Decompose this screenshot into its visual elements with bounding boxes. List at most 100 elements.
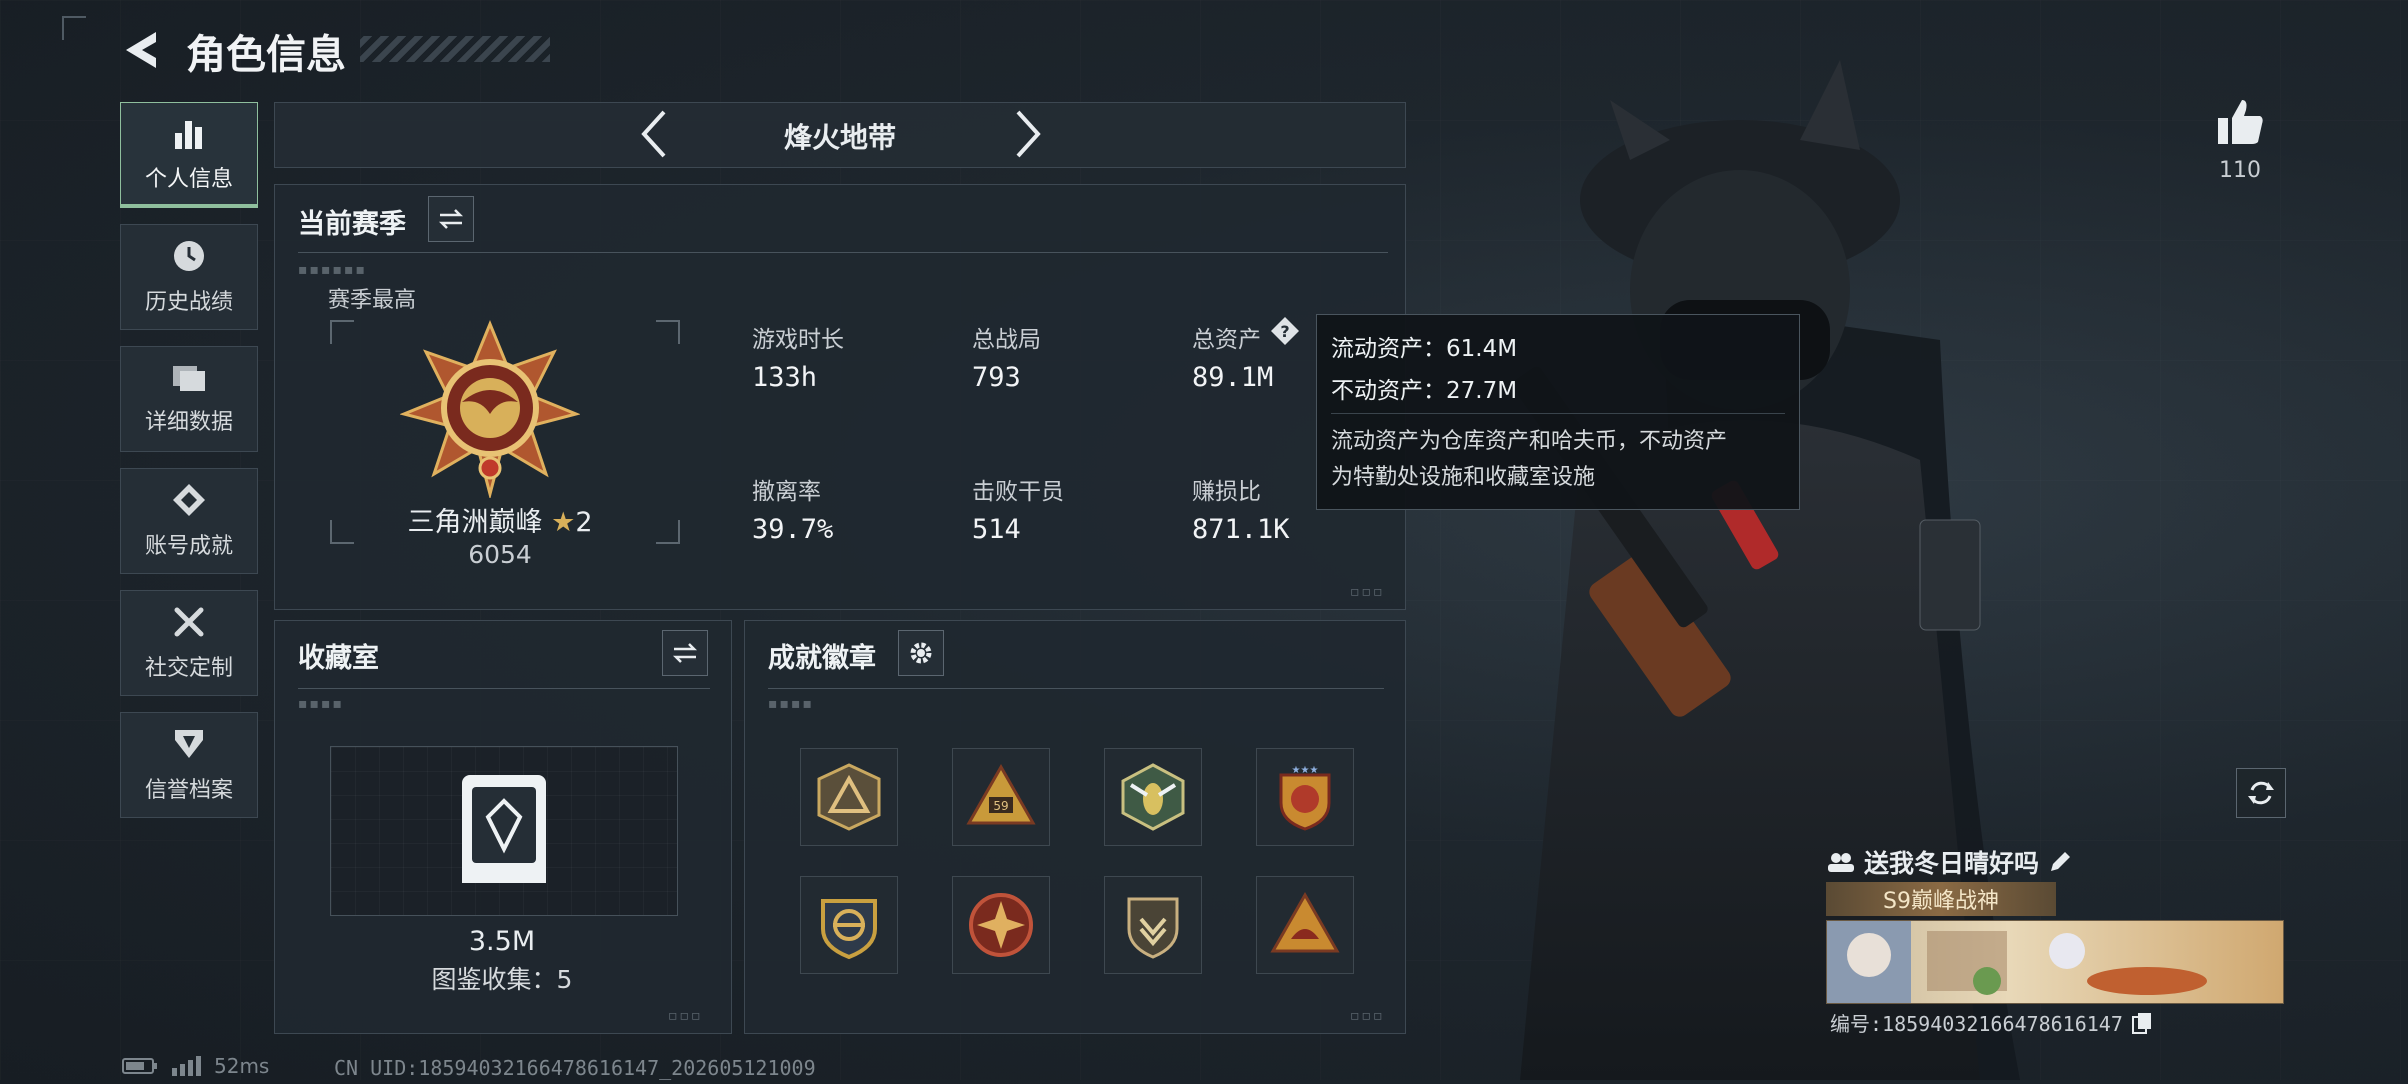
collection-divider xyxy=(298,688,710,689)
achievement-badge[interactable] xyxy=(1104,876,1202,974)
stat-label-total-matches: 总战局 xyxy=(972,327,1041,353)
nav-label: 详细数据 xyxy=(144,410,233,435)
swap-icon xyxy=(438,209,464,229)
collection-switch-button[interactable] xyxy=(662,630,708,676)
stat-label-extract-rate: 撤离率 xyxy=(752,479,821,505)
prev-mode-button[interactable] xyxy=(636,108,672,160)
svg-text:59: 59 xyxy=(993,799,1008,813)
tools-icon xyxy=(174,607,204,637)
title-tag: S9巅峰战神 xyxy=(1826,882,2056,916)
back-button[interactable] xyxy=(118,26,166,74)
stat-label-profit-ratio: 赚损比 xyxy=(1192,479,1261,505)
season-title: 当前赛季 xyxy=(298,209,406,240)
nav-label: 信誉档案 xyxy=(144,778,233,803)
display-case-icon xyxy=(462,775,546,883)
rank-points: 6054 xyxy=(468,540,532,569)
mode-label: 烽火地带 xyxy=(783,121,896,154)
ping: 52ms xyxy=(214,1054,270,1078)
rotate-view-button[interactable] xyxy=(2236,768,2286,818)
copy-icon[interactable] xyxy=(2131,1011,2153,1035)
nav-credit-record[interactable]: 信誉档案 xyxy=(120,712,258,818)
season-best-label: 赛季最高 xyxy=(328,288,417,313)
active-nav-indicator xyxy=(120,204,258,208)
stat-value-kills: 514 xyxy=(972,514,1021,545)
shield-icon xyxy=(175,730,203,758)
compass-star-badge-icon xyxy=(969,893,1033,957)
assets-tooltip: 流动资产：61.4M 不动资产：27.7M 流动资产为仓库资产和哈夫币，不动资产… xyxy=(1316,314,1800,510)
nav-label: 账号成就 xyxy=(144,534,233,559)
edit-icon[interactable] xyxy=(2047,849,2073,875)
deco-dots: ▪▪▪▪ xyxy=(298,696,344,712)
nav-label: 社交定制 xyxy=(144,656,233,681)
achievement-badge[interactable] xyxy=(800,748,898,846)
chevron-right-icon xyxy=(1016,110,1041,158)
rank-emblem xyxy=(399,318,581,500)
stat-label-total-assets: 总资产 xyxy=(1192,327,1261,353)
team-icon xyxy=(1828,853,1854,872)
achievements-divider xyxy=(768,688,1384,689)
sail-triangle-badge-icon xyxy=(1270,891,1340,953)
status-bar: 52ms xyxy=(122,1054,269,1078)
like-button[interactable] xyxy=(2214,96,2266,148)
question-diamond-icon: ? xyxy=(1271,317,1299,345)
next-mode-button[interactable] xyxy=(1010,108,1046,160)
nav-detailed-data[interactable]: 详细数据 xyxy=(120,346,258,452)
wasp-badge-icon xyxy=(1121,763,1185,831)
anchor-crest-badge-icon xyxy=(821,899,877,960)
frame-corner xyxy=(330,320,354,344)
title-stripes xyxy=(360,36,550,62)
svg-text:★★★: ★★★ xyxy=(1292,765,1319,776)
gear-icon xyxy=(910,642,932,664)
rank-name: 三角洲巅峰 xyxy=(407,507,543,538)
rank-stars: 2 xyxy=(575,507,593,538)
swap-icon xyxy=(672,643,698,663)
collection-value: 3.5M xyxy=(468,926,536,957)
achievement-badge[interactable]: 59 xyxy=(952,748,1050,846)
clock-icon xyxy=(174,241,204,271)
bar-chart-icon xyxy=(175,121,202,149)
stars-crest-badge-icon: ★★★ xyxy=(1279,765,1331,831)
collection-display-case[interactable] xyxy=(330,746,678,916)
refresh-icon xyxy=(2248,781,2274,805)
deco-dots: ▪▪▪▪ xyxy=(768,696,814,712)
season-divider xyxy=(298,252,1388,253)
signature-row: 送我冬日晴好吗 xyxy=(1826,844,2073,880)
title-tag-text: S9巅峰战神 xyxy=(1883,889,1999,914)
deco-dots: ▫▫▫ xyxy=(1350,584,1385,600)
frame-corner xyxy=(656,520,680,544)
nav-social-custom[interactable]: 社交定制 xyxy=(120,590,258,696)
achievements-title: 成就徽章 xyxy=(768,643,876,674)
nav-label: 历史战绩 xyxy=(144,290,233,315)
deco-dots: ▪▪▪▪▪▪ xyxy=(298,262,367,278)
achievements-settings-button[interactable] xyxy=(898,630,944,676)
nav-label: 个人信息 xyxy=(144,167,233,192)
profile-banner[interactable] xyxy=(1826,920,2284,1004)
achievement-badge[interactable] xyxy=(1256,876,1354,974)
nav-personal-info[interactable]: 个人信息 xyxy=(120,102,258,208)
stat-label-playtime: 游戏时长 xyxy=(752,327,844,353)
tooltip-description-2: 为特勤处设施和收藏室设施 xyxy=(1331,465,1596,490)
player-id: 编号:18594032166478616147 xyxy=(1830,1012,2123,1036)
chevron-left-icon xyxy=(641,110,666,158)
achievement-badge[interactable] xyxy=(1104,748,1202,846)
frame-corner xyxy=(656,320,680,344)
star-icon: ★ xyxy=(551,507,576,538)
rank-name-row: 三角洲巅峰 ★2 xyxy=(380,500,620,539)
help-icon[interactable]: ? xyxy=(1270,316,1300,346)
achievement-badge[interactable] xyxy=(952,876,1050,974)
deco-dots: ▫▫▫ xyxy=(1350,1008,1385,1024)
achievement-badge[interactable]: ★★★ xyxy=(1256,748,1354,846)
wings-badge-icon xyxy=(1127,897,1179,959)
page-title: 角色信息 xyxy=(186,32,346,78)
nav-account-achievements[interactable]: 账号成就 xyxy=(120,468,258,574)
switch-season-button[interactable] xyxy=(428,196,474,242)
tooltip-divider xyxy=(1331,413,1785,414)
achievement-badge[interactable] xyxy=(800,876,898,974)
stat-value-playtime: 133h xyxy=(752,362,818,393)
uid-text: CN UID:18594032166478616147_202605121009 xyxy=(334,1056,816,1080)
folder-icon xyxy=(173,366,205,391)
nav-match-history[interactable]: 历史战绩 xyxy=(120,224,258,330)
pyramid-badge-icon xyxy=(817,763,881,831)
stat-value-profit-ratio: 871.1K xyxy=(1192,514,1290,545)
achievement-icon xyxy=(173,484,205,516)
